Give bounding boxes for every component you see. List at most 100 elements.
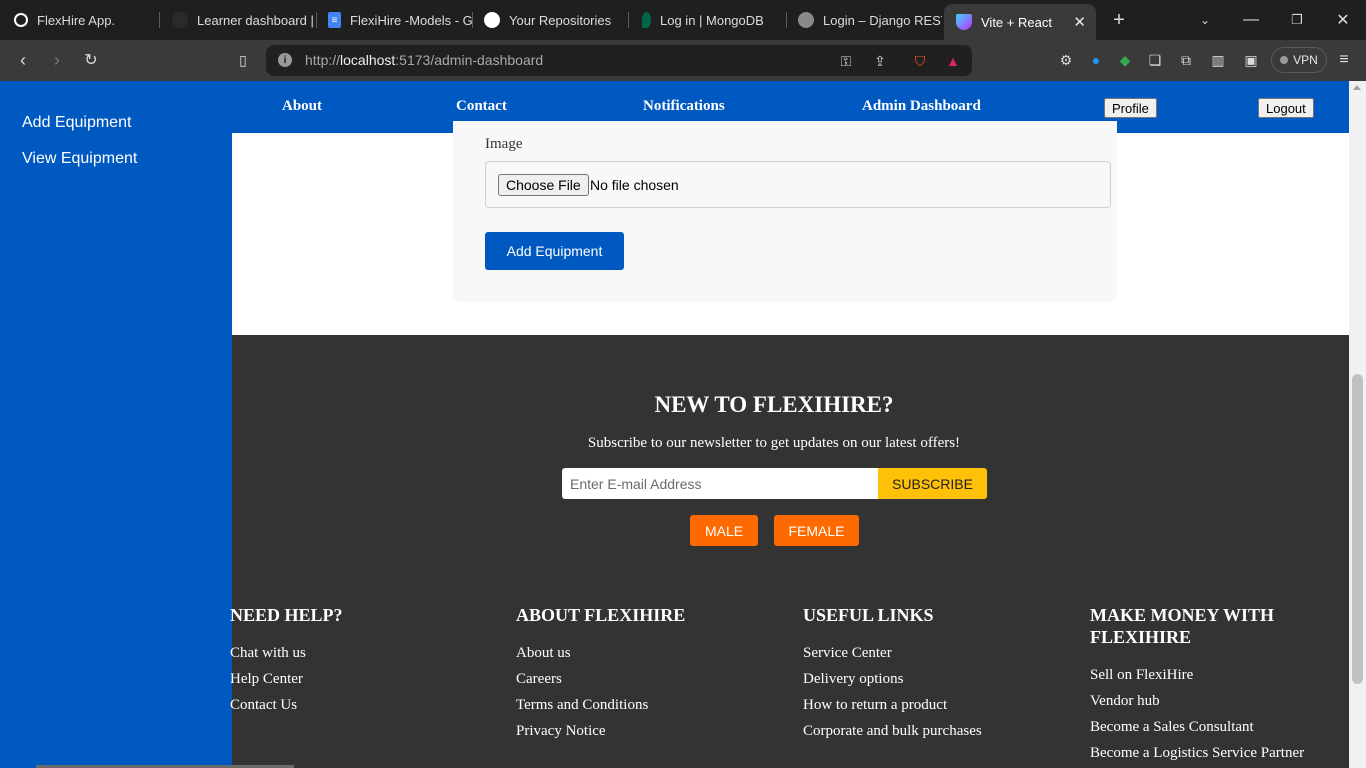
extension-copy-icon[interactable]: ❏: [1145, 50, 1165, 70]
share-icon[interactable]: ⇪: [870, 51, 890, 71]
site-info-icon[interactable]: i: [278, 53, 292, 67]
nav-admin-dashboard[interactable]: Admin Dashboard: [862, 98, 981, 115]
back-icon[interactable]: ‹: [11, 48, 35, 72]
tab-title: Log in | MongoDB: [660, 12, 764, 28]
nav-about[interactable]: About: [282, 98, 322, 115]
docs-icon: ≡: [328, 12, 341, 28]
footer-link[interactable]: Vendor hub: [1090, 688, 1330, 714]
footer-link[interactable]: Become a Logistics Service Partner: [1090, 740, 1330, 766]
tab-title: Learner dashboard | I: [197, 12, 316, 28]
footer-link[interactable]: Help Center: [230, 666, 500, 692]
brave-shield-icon[interactable]: ⛉: [910, 51, 930, 71]
menu-icon[interactable]: ≡: [1334, 50, 1354, 70]
add-equipment-form: Image Choose File No file chosen Add Equ…: [453, 121, 1117, 302]
tab-title: FlexiHire -Models - G: [350, 12, 472, 28]
sidebar-item-add-equipment[interactable]: Add Equipment: [22, 114, 131, 132]
tab-title: Login – Django REST: [823, 12, 942, 28]
footer-link[interactable]: Careers: [516, 666, 786, 692]
logout-button[interactable]: Logout: [1258, 98, 1314, 118]
profile-button[interactable]: Profile: [1104, 98, 1157, 118]
forward-icon[interactable]: ›: [45, 48, 69, 72]
image-label: Image: [485, 136, 523, 152]
footer-link[interactable]: Service Center: [803, 640, 1073, 666]
dashboard-icon: [172, 12, 188, 28]
footer-link[interactable]: How to return a product: [803, 692, 1073, 718]
new-tab-icon[interactable]: +: [1107, 8, 1131, 32]
footer-column-useful-links: USEFUL LINKS Service Center Delivery opt…: [803, 604, 1073, 744]
site-footer: NEW TO FLEXIHIRE? Subscribe to our newsl…: [230, 335, 1349, 768]
key-icon[interactable]: ⚿: [836, 51, 856, 71]
browser-toolbar: ‹ › ↻ ▯ i http://localhost:5173/admin-da…: [0, 40, 1366, 81]
extension-color-icon[interactable]: ◆: [1115, 50, 1135, 70]
scroll-up-arrow-icon[interactable]: [1353, 85, 1361, 90]
subscribe-button[interactable]: SUBSCRIBE: [878, 468, 987, 499]
browser-tab-active[interactable]: Vite + React ✕: [944, 4, 1096, 40]
tab-search-chevron-icon[interactable]: ⌄: [1193, 8, 1217, 32]
footer-link[interactable]: Become a Sales Consultant: [1090, 714, 1330, 740]
browser-tab[interactable]: Login – Django REST: [786, 5, 942, 35]
extension-s-icon[interactable]: ●: [1086, 50, 1106, 70]
newsletter-title: NEW TO FLEXIHIRE?: [654, 392, 894, 417]
footer-link[interactable]: Privacy Notice: [516, 718, 786, 744]
browser-tab[interactable]: Your Repositories: [472, 5, 628, 35]
footer-link[interactable]: About us: [516, 640, 786, 666]
mongodb-leaf-icon: [642, 12, 651, 28]
choose-file-button[interactable]: Choose File: [498, 174, 589, 196]
newsletter-subtitle: Subscribe to our newsletter to get updat…: [587, 435, 961, 451]
footer-column-about: ABOUT FLEXIHIRE About us Careers Terms a…: [516, 604, 786, 744]
footer-link[interactable]: Contact Us: [230, 692, 500, 718]
browser-tab-strip: FlexHire App. Learner dashboard | I ≡ Fl…: [0, 0, 1366, 40]
footer-column-title: MAKE MONEY WITH FLEXIHIRE: [1090, 605, 1275, 647]
reload-icon[interactable]: ↻: [79, 48, 103, 72]
tab-title: Your Repositories: [509, 12, 612, 28]
github-icon: [484, 12, 500, 28]
close-window-icon[interactable]: ✕: [1331, 8, 1355, 32]
footer-column-title: ABOUT FLEXIHIRE: [516, 605, 686, 625]
scrollbar-thumb[interactable]: [1352, 374, 1363, 684]
sidebar-toggle-icon[interactable]: ▥: [1208, 50, 1228, 70]
footer-column-make-money: MAKE MONEY WITH FLEXIHIRE Sell on FlexiH…: [1090, 604, 1330, 766]
globe-icon: [798, 12, 814, 28]
close-tab-icon[interactable]: ✕: [1073, 13, 1086, 31]
url-text: http://localhost:5173/admin-dashboard: [305, 52, 544, 68]
footer-link[interactable]: Delivery options: [803, 666, 1073, 692]
vpn-label: VPN: [1293, 53, 1318, 67]
footer-link[interactable]: Chat with us: [230, 640, 500, 666]
female-button[interactable]: FEMALE: [774, 515, 859, 546]
chatgpt-icon: [14, 13, 28, 27]
minimize-icon[interactable]: —: [1239, 8, 1263, 32]
sidebar-item-view-equipment[interactable]: View Equipment: [22, 150, 137, 168]
newsletter-email-input[interactable]: [562, 468, 878, 499]
browser-tab[interactable]: Learner dashboard | I: [160, 5, 316, 35]
address-bar[interactable]: i http://localhost:5173/admin-dashboard …: [266, 45, 972, 76]
wallet-icon[interactable]: ▣: [1241, 50, 1261, 70]
footer-column-title: USEFUL LINKS: [803, 605, 934, 625]
footer-column-need-help: NEED HELP? Chat with us Help Center Cont…: [230, 604, 500, 718]
tab-separator: [628, 12, 629, 28]
page-viewport: Add Equipment View Equipment About Conta…: [0, 81, 1366, 768]
tab-title: FlexHire App.: [37, 12, 116, 28]
footer-link[interactable]: Sell on FlexiHire: [1090, 662, 1330, 688]
browser-tab[interactable]: FlexHire App.: [2, 5, 158, 35]
footer-link[interactable]: Corporate and bulk purchases: [803, 718, 1073, 744]
nav-notifications[interactable]: Notifications: [643, 98, 725, 115]
browser-tab[interactable]: Log in | MongoDB: [630, 5, 786, 35]
page-scrollbar[interactable]: [1349, 81, 1366, 768]
extensions-puzzle-icon[interactable]: ⧉: [1176, 50, 1196, 70]
tab-title: Vite + React: [981, 14, 1052, 30]
file-status-text: No file chosen: [590, 177, 679, 193]
vite-icon: [956, 14, 972, 30]
vpn-status-icon: [1280, 56, 1289, 64]
footer-column-title: NEED HELP?: [230, 605, 343, 625]
gear-icon[interactable]: ⚙: [1056, 50, 1076, 70]
vpn-button[interactable]: VPN: [1271, 47, 1327, 73]
image-file-input[interactable]: Choose File No file chosen: [485, 161, 1111, 208]
brave-rewards-icon[interactable]: ▲: [943, 51, 963, 71]
bookmark-icon[interactable]: ▯: [231, 48, 255, 72]
restore-icon[interactable]: ❐: [1285, 8, 1309, 32]
footer-link[interactable]: Terms and Conditions: [516, 692, 786, 718]
nav-contact[interactable]: Contact: [456, 98, 507, 115]
add-equipment-submit-button[interactable]: Add Equipment: [485, 232, 624, 270]
browser-tab[interactable]: ≡ FlexiHire -Models - G: [316, 5, 472, 35]
male-button[interactable]: MALE: [690, 515, 758, 546]
